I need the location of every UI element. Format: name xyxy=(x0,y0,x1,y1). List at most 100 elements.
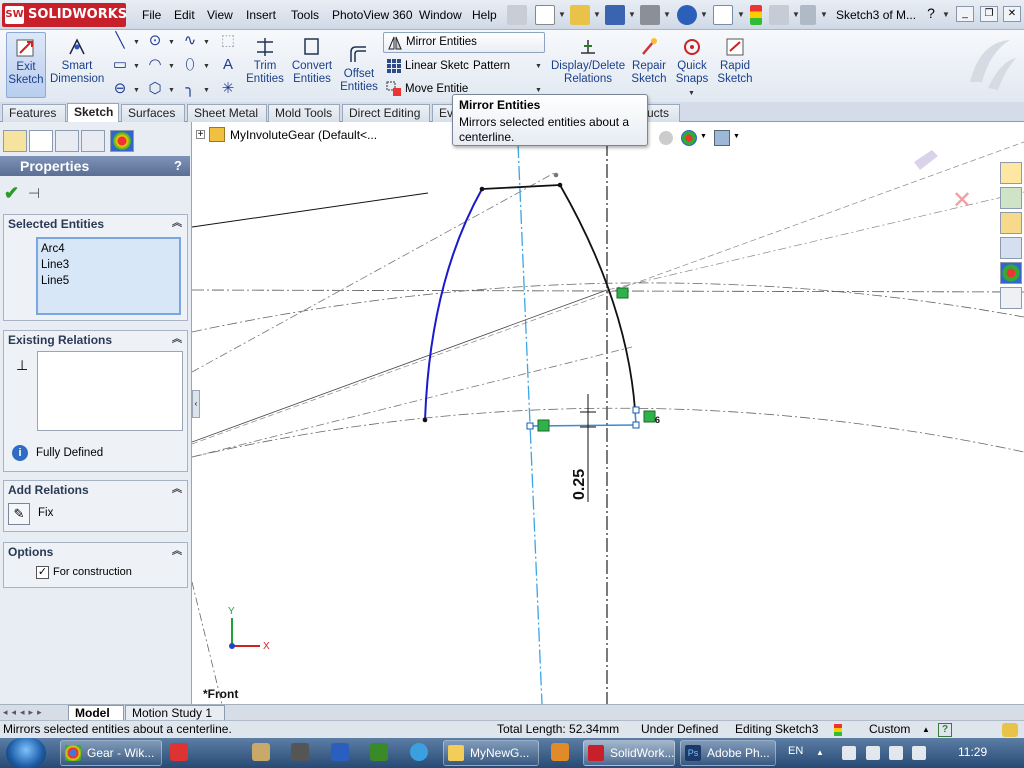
menu-tools[interactable]: Tools xyxy=(291,8,319,22)
slot-icon[interactable]: ⊖ xyxy=(110,80,130,98)
chevron-down-icon[interactable]: ▼ xyxy=(558,10,566,19)
chevron-down-icon[interactable]: ▼ xyxy=(168,87,175,94)
collapse-icon[interactable]: ︽ xyxy=(172,543,182,561)
tab-model[interactable]: Model xyxy=(68,705,124,721)
app-icon[interactable] xyxy=(291,743,309,761)
network-icon[interactable] xyxy=(889,746,903,760)
chevron-down-icon[interactable]: ▼ xyxy=(133,39,140,46)
options-icon[interactable] xyxy=(769,5,789,25)
select-cursor-icon[interactable] xyxy=(713,5,733,25)
fix-relation-button[interactable]: ✎ Fix xyxy=(8,503,158,527)
home-resources-icon[interactable] xyxy=(1000,162,1022,184)
rebuild-status-icon[interactable] xyxy=(834,724,842,736)
word-icon[interactable] xyxy=(331,743,349,761)
chevron-down-icon[interactable]: ▼ xyxy=(628,10,636,19)
line-icon[interactable]: ╲ xyxy=(110,32,130,50)
custom-properties-icon[interactable] xyxy=(1000,287,1022,309)
arc-icon[interactable]: ◠ xyxy=(145,56,165,74)
scene-icon[interactable] xyxy=(714,130,730,146)
viewport-close-icon[interactable]: ✕ xyxy=(996,122,1006,125)
print-icon[interactable] xyxy=(640,5,660,25)
chevron-down-icon[interactable]: ▼ xyxy=(700,133,707,140)
tab-mold-tools[interactable]: Mold Tools xyxy=(268,104,340,122)
tab-sheet-metal[interactable]: Sheet Metal xyxy=(187,104,267,122)
property-manager-tab-icon[interactable] xyxy=(29,130,53,152)
clock[interactable]: 11:29 xyxy=(958,745,987,759)
chevron-down-icon[interactable]: ▼ xyxy=(820,10,828,19)
gmail-icon[interactable] xyxy=(170,743,188,761)
rebuild-traffic-light-icon[interactable] xyxy=(750,5,762,25)
chevron-down-icon[interactable]: ▼ xyxy=(593,10,601,19)
pushpin-icon[interactable]: ⊣ xyxy=(28,185,40,202)
feature-manager-tab-icon[interactable] xyxy=(3,130,27,152)
tab-scroll-arrows-icon[interactable]: ◂◂◂▸▸ xyxy=(3,707,46,718)
chevron-down-icon[interactable]: ▼ xyxy=(203,39,210,46)
tab-sketch[interactable]: Sketch xyxy=(67,103,119,123)
graphics-area[interactable]: 6 0.25 Y X *Front ✕ + MyInvoluteGear (De… xyxy=(192,122,1024,704)
chevron-down-icon[interactable]: ▼ xyxy=(133,63,140,70)
tab-motion-study[interactable]: Motion Study 1 xyxy=(125,705,225,721)
rapid-sketch-button[interactable]: Rapid Sketch xyxy=(714,32,756,98)
chevron-down-icon[interactable]: ▼ xyxy=(203,63,210,70)
input-language[interactable]: EN xyxy=(788,745,803,757)
collapse-icon[interactable]: ︽ xyxy=(172,215,182,233)
chevron-down-icon[interactable]: ▼ xyxy=(942,10,950,19)
menu-help[interactable]: Help xyxy=(472,8,497,22)
trim-entities-button[interactable]: Trim Entities xyxy=(244,32,286,98)
task-folder-mynewgear[interactable]: MyNewG... xyxy=(443,740,539,766)
chevron-down-icon[interactable]: ▼ xyxy=(535,87,542,94)
mirror-entities-button[interactable]: Mirror Entities xyxy=(383,32,545,53)
chevron-down-icon[interactable]: ▼ xyxy=(535,63,542,70)
smart-dimension-button[interactable]: Smart Dimension xyxy=(50,32,104,98)
task-chrome-wikipedia[interactable]: Gear - Wik... xyxy=(60,740,162,766)
selected-entities-list[interactable]: Arc4 Line3 Line5 xyxy=(36,237,181,315)
menu-view[interactable]: View xyxy=(207,8,233,22)
repair-sketch-button[interactable]: Repair Sketch xyxy=(628,32,670,98)
volume-icon[interactable] xyxy=(912,746,926,760)
model-name[interactable]: MyInvoluteGear (Default<... xyxy=(230,128,377,142)
existing-relations-list[interactable] xyxy=(37,351,183,431)
viewport-restore-icon[interactable]: ❐ xyxy=(972,122,982,124)
chevron-down-icon[interactable]: ▼ xyxy=(168,63,175,70)
section-header[interactable]: Selected Entities ︽ xyxy=(4,215,187,233)
chevron-down-icon[interactable]: ▼ xyxy=(700,10,708,19)
chevron-down-icon[interactable]: ▼ xyxy=(168,39,175,46)
chevron-down-icon[interactable]: ▼ xyxy=(133,87,140,94)
ellipse-icon[interactable]: ⬯ xyxy=(180,56,200,74)
menu-edit[interactable]: Edit xyxy=(174,8,195,22)
chevron-up-icon[interactable]: ▲ xyxy=(922,721,930,738)
fillet-icon[interactable]: ╮ xyxy=(180,80,200,98)
menu-insert[interactable]: Insert xyxy=(246,8,276,22)
close-window-button[interactable]: ✕ xyxy=(1003,6,1021,22)
internet-explorer-icon[interactable] xyxy=(410,743,428,761)
collapse-icon[interactable]: ︽ xyxy=(172,331,182,349)
app-icon[interactable] xyxy=(252,743,270,761)
for-construction-checkbox[interactable]: ✓ For construction xyxy=(36,565,186,581)
help-question-icon[interactable]: ? xyxy=(922,6,940,22)
expand-tree-icon[interactable]: + xyxy=(196,130,205,140)
collapse-icon[interactable]: ︽ xyxy=(172,481,182,499)
circle-icon[interactable]: ⊙ xyxy=(145,32,165,50)
start-button[interactable] xyxy=(6,738,46,768)
list-item[interactable]: Line3 xyxy=(41,257,176,273)
sketch-canvas[interactable]: 6 0.25 Y X *Front ✕ xyxy=(192,122,1024,704)
undo-icon[interactable] xyxy=(677,5,697,25)
viewport-layout-icon[interactable]: ⊞ xyxy=(928,122,937,124)
panel-collapse-handle-icon[interactable]: ‹ xyxy=(192,390,200,418)
tab-features[interactable]: Features xyxy=(2,104,66,122)
tab-direct-editing[interactable]: Direct Editing xyxy=(342,104,430,122)
list-item[interactable]: Arc4 xyxy=(41,241,176,257)
tray-app-icon[interactable] xyxy=(842,746,856,760)
section-header[interactable]: Add Relations ︽ xyxy=(4,481,187,499)
app-icon[interactable] xyxy=(370,743,388,761)
spline-icon[interactable]: ∿ xyxy=(180,32,200,50)
design-library-icon[interactable] xyxy=(1000,187,1022,209)
linear-sketch-pattern-button[interactable]: Linear Sketc xyxy=(383,56,545,76)
viewport-split-icon[interactable]: ⊟ xyxy=(904,122,913,124)
action-center-flag-icon[interactable] xyxy=(866,746,880,760)
chevron-down-icon[interactable]: ▼ xyxy=(733,133,740,140)
chevron-down-icon[interactable]: ▼ xyxy=(663,10,671,19)
display-manager-tab-icon[interactable] xyxy=(110,130,134,152)
view-palette-icon[interactable] xyxy=(1000,237,1022,259)
unit-system[interactable]: Custom xyxy=(869,721,910,738)
